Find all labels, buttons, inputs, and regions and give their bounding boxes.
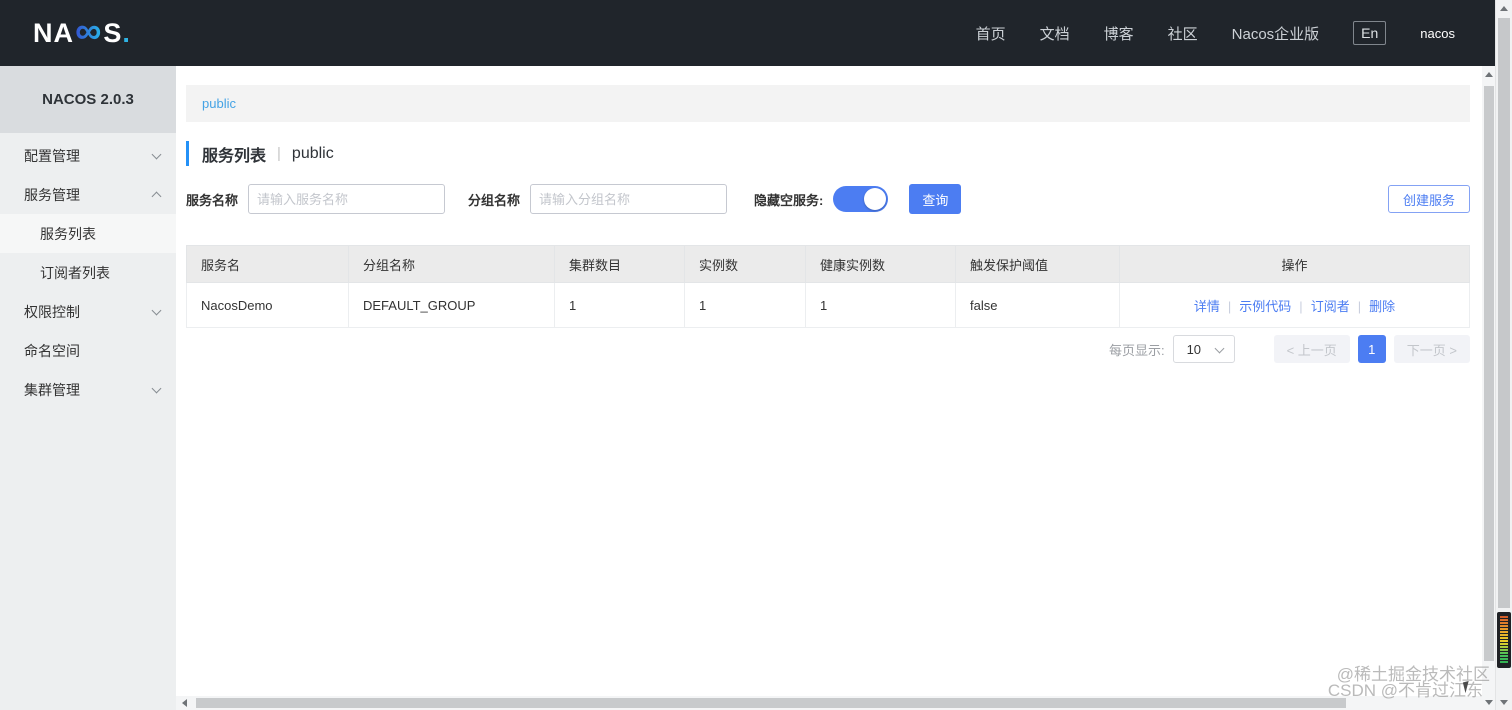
- action-separator: |: [1227, 298, 1232, 314]
- service-table: 服务名 分组名称 集群数目 实例数 健康实例数 触发保护阈值 操作 NacosD…: [186, 245, 1470, 328]
- sidebar-item-label: 配置管理: [24, 147, 80, 164]
- action-details-link[interactable]: 详情: [1194, 299, 1220, 314]
- version-label: NACOS 2.0.3: [0, 66, 176, 133]
- scroll-left-arrow-icon[interactable]: [182, 699, 187, 707]
- content-vertical-scrollbar[interactable]: [1482, 66, 1496, 710]
- cell-service-name: NacosDemo: [186, 282, 349, 328]
- prev-page-button[interactable]: < 上一页: [1273, 335, 1350, 363]
- logo-text-na: NA: [33, 17, 74, 48]
- scrollbar-thumb[interactable]: [1484, 86, 1494, 661]
- action-separator: |: [1299, 298, 1303, 314]
- toggle-knob: [864, 188, 887, 210]
- performance-meter-widget: [1497, 612, 1511, 668]
- scrollbar-thumb[interactable]: [196, 698, 1346, 708]
- sidebar-item-label: 服务列表: [40, 225, 96, 242]
- nav-home[interactable]: 首页: [976, 23, 1006, 44]
- search-button[interactable]: 查询: [909, 184, 962, 214]
- performance-meter-bars-icon: [1500, 616, 1508, 664]
- service-name-label: 服务名称: [186, 192, 239, 208]
- page-size-value: 10: [1186, 341, 1202, 357]
- sidebar-item-cluster-management[interactable]: 集群管理: [0, 370, 176, 409]
- page-title: 服务列表 | public: [186, 141, 334, 166]
- cell-operations: 详情 | 示例代码 | 订阅者 | 删除: [1119, 282, 1470, 328]
- col-healthy-instance-count: 健康实例数: [805, 245, 956, 283]
- title-accent-bar: [186, 141, 189, 166]
- nav-enterprise[interactable]: Nacos企业版: [1232, 23, 1320, 44]
- sidebar-item-label: 命名空间: [24, 342, 80, 359]
- sidebar: NACOS 2.0.3 配置管理 服务管理 服务列表 订阅者列表 权限控制 命名…: [0, 66, 176, 710]
- cell-healthy-instance-count: 1: [805, 282, 956, 328]
- infinity-icon: ∞: [75, 10, 103, 51]
- top-header: NA ∞ S. 首页 文档 博客 社区 Nacos企业版 En nacos: [0, 0, 1495, 66]
- col-group-name: 分组名称: [348, 245, 555, 283]
- title-separator: |: [277, 145, 281, 162]
- scroll-down-arrow-icon[interactable]: [1500, 700, 1508, 705]
- scroll-up-arrow-icon[interactable]: [1500, 6, 1508, 11]
- hide-empty-service-label: 隐藏空服务:: [754, 192, 824, 208]
- current-page-button[interactable]: 1: [1357, 335, 1386, 363]
- col-cluster-count: 集群数目: [554, 245, 685, 283]
- sidebar-item-label: 权限控制: [24, 303, 80, 320]
- page-size-label: 每页显示:: [1108, 342, 1165, 358]
- page-title-text: 服务列表: [202, 147, 267, 165]
- sidebar-item-namespace[interactable]: 命名空间: [0, 331, 176, 370]
- sidebar-item-label: 服务管理: [24, 186, 80, 203]
- namespace-tab-public[interactable]: public: [202, 96, 236, 111]
- action-sample-code-link[interactable]: 示例代码: [1239, 299, 1291, 314]
- sidebar-item-label: 集群管理: [24, 381, 80, 398]
- sidebar-item-label: 订阅者列表: [40, 264, 110, 281]
- group-name-label: 分组名称: [468, 192, 521, 208]
- cell-instance-count: 1: [684, 282, 806, 328]
- table-header-row: 服务名 分组名称 集群数目 实例数 健康实例数 触发保护阈值 操作: [186, 245, 1470, 283]
- main-content: public 服务列表 | public 服务名称 分组名称 隐藏空服务: 查询…: [176, 66, 1482, 696]
- scroll-down-arrow-icon[interactable]: [1485, 700, 1493, 705]
- pagination: 每页显示: 10 < 上一页 1 下一页 >: [186, 335, 1470, 363]
- cell-protection-threshold: false: [955, 282, 1120, 328]
- nav-docs[interactable]: 文档: [1040, 23, 1070, 44]
- content-horizontal-scrollbar[interactable]: [176, 696, 1482, 710]
- user-account[interactable]: nacos: [1420, 26, 1455, 41]
- create-service-button[interactable]: 创建服务: [1387, 185, 1470, 213]
- col-operations: 操作: [1119, 245, 1470, 283]
- cell-cluster-count: 1: [554, 282, 685, 328]
- sidebar-item-service-management[interactable]: 服务管理: [0, 175, 176, 214]
- page-size-select[interactable]: 10: [1172, 335, 1235, 363]
- chevron-up-icon: [151, 191, 162, 202]
- table-row: NacosDemo DEFAULT_GROUP 1 1 1 false 详情 | 示…: [186, 282, 1470, 328]
- next-page-button[interactable]: 下一页 >: [1393, 335, 1470, 363]
- sidebar-menu: 配置管理 服务管理 服务列表 订阅者列表 权限控制 命名空间 集群管理: [0, 133, 176, 409]
- language-toggle-button[interactable]: En: [1353, 21, 1387, 45]
- chevron-down-icon: [151, 383, 162, 394]
- action-delete-link[interactable]: 删除: [1369, 299, 1395, 314]
- cell-group-name: DEFAULT_GROUP: [348, 282, 555, 328]
- action-separator: |: [1357, 298, 1362, 314]
- col-protection-threshold: 触发保护阈值: [955, 245, 1120, 283]
- service-name-input[interactable]: [248, 184, 446, 214]
- nav-blog[interactable]: 博客: [1104, 23, 1134, 44]
- logo-dot: .: [122, 17, 131, 48]
- page-title-namespace: public: [291, 144, 334, 162]
- hide-empty-service-toggle[interactable]: [833, 186, 889, 212]
- namespace-tab-bar: public: [186, 85, 1470, 122]
- filter-toolbar: 服务名称 分组名称 隐藏空服务: 查询 创建服务: [186, 183, 1470, 215]
- sidebar-item-service-list[interactable]: 服务列表: [0, 214, 176, 253]
- sidebar-item-access-control[interactable]: 权限控制: [0, 292, 176, 331]
- top-navigation: 首页 文档 博客 社区 Nacos企业版 En nacos: [976, 21, 1455, 45]
- chevron-down-icon: [1214, 343, 1225, 354]
- group-name-input[interactable]: [530, 184, 728, 214]
- page-vertical-scrollbar[interactable]: [1495, 0, 1512, 710]
- scrollbar-thumb[interactable]: [1498, 18, 1510, 608]
- chevron-down-icon: [151, 149, 162, 160]
- nav-community[interactable]: 社区: [1168, 23, 1198, 44]
- chevron-down-icon: [151, 305, 162, 316]
- col-service-name: 服务名: [186, 245, 349, 283]
- sidebar-item-subscriber-list[interactable]: 订阅者列表: [0, 253, 176, 292]
- col-instance-count: 实例数: [684, 245, 806, 283]
- logo-text-s: S: [103, 17, 123, 48]
- nacos-logo[interactable]: NA ∞ S.: [33, 10, 131, 51]
- sidebar-item-config-management[interactable]: 配置管理: [0, 136, 176, 175]
- action-subscribers-link[interactable]: 订阅者: [1311, 299, 1350, 314]
- scroll-up-arrow-icon[interactable]: [1485, 72, 1493, 77]
